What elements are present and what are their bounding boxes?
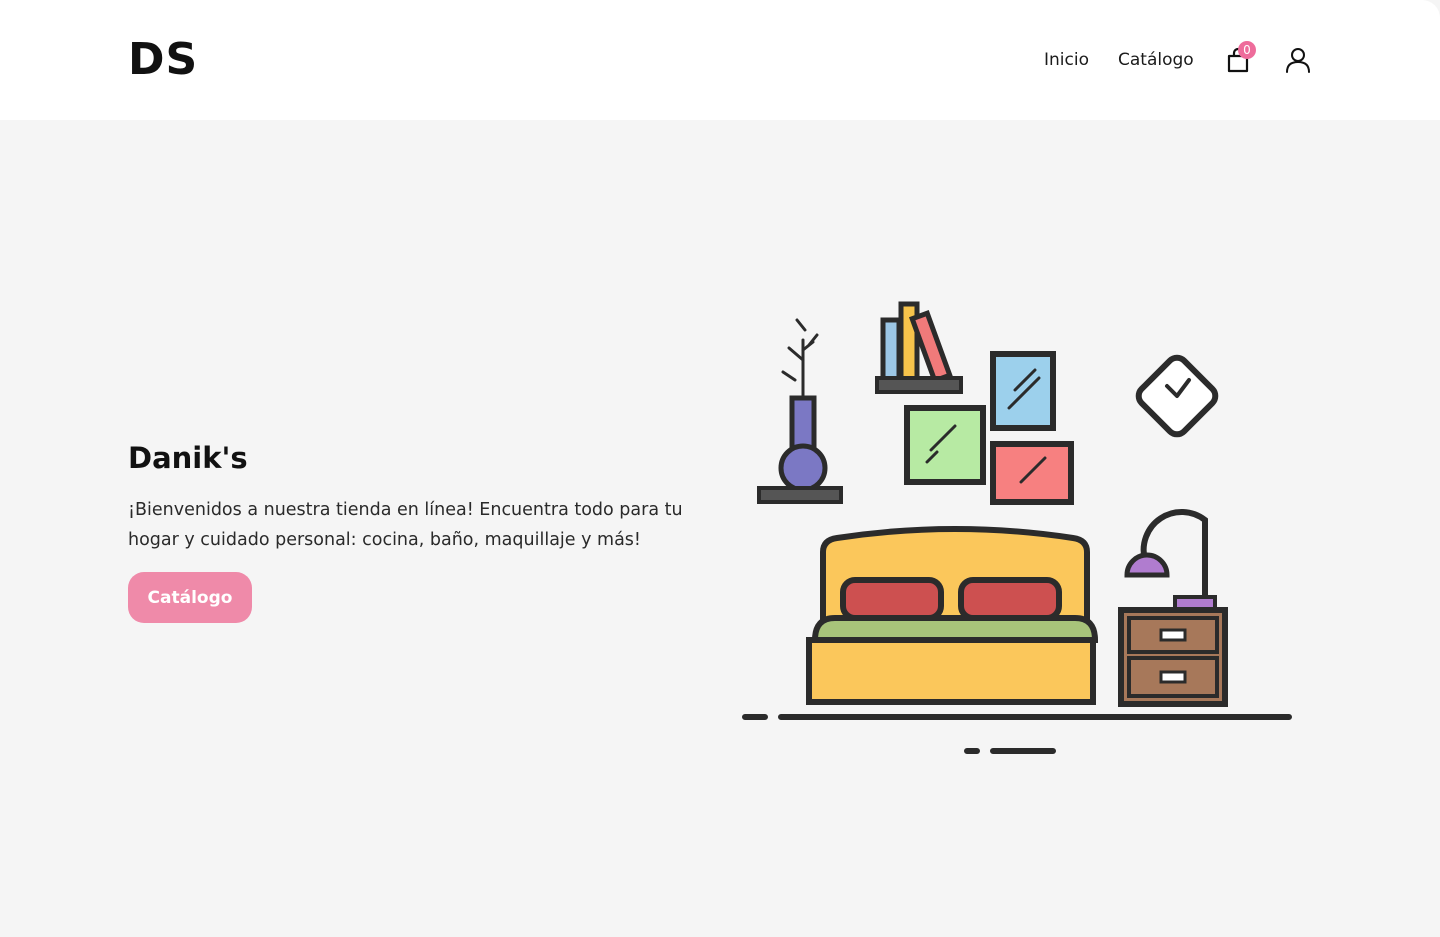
hero-title: Danik's	[128, 441, 248, 475]
site-header: DS Inicio Catálogo 0	[0, 0, 1440, 120]
floor-lines	[742, 714, 1292, 754]
cart-count-badge: 0	[1238, 41, 1256, 59]
site-logo[interactable]: DS	[128, 34, 198, 86]
nav-link-catalogo[interactable]: Catálogo	[1118, 48, 1194, 72]
lamp-icon	[1124, 508, 1217, 611]
user-account-button[interactable]	[1285, 46, 1311, 74]
bedroom-illustration	[742, 301, 1292, 754]
nightstand-icon	[1118, 607, 1228, 707]
vase-icon	[757, 318, 843, 504]
bed-icon	[806, 526, 1099, 705]
books-icon	[875, 301, 963, 394]
cart-button[interactable]: 0	[1226, 41, 1256, 74]
hero-description: ¡Bienvenidos a nuestra tienda en línea! …	[128, 500, 683, 550]
catalog-button[interactable]: Catálogo	[128, 572, 252, 623]
user-icon	[1286, 48, 1310, 73]
clock-icon	[1135, 354, 1219, 438]
nav-link-inicio[interactable]: Inicio	[1044, 48, 1089, 72]
